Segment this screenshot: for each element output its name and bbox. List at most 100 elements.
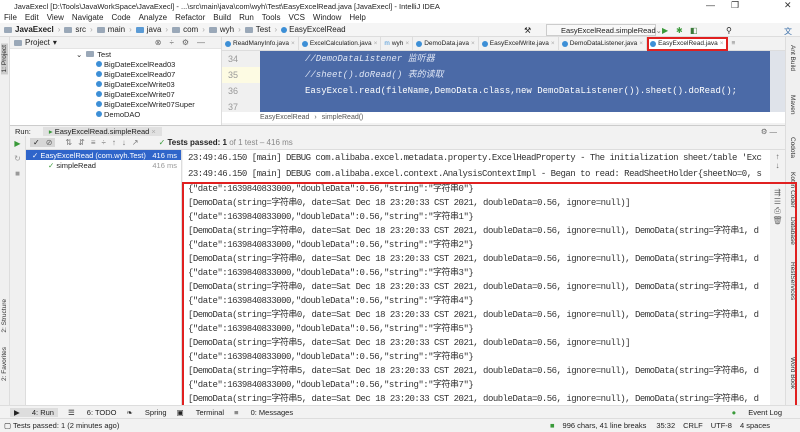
- project-icon: [14, 39, 22, 46]
- scroll-to-end-icon[interactable]: ☰: [770, 197, 785, 206]
- crumb-test[interactable]: Test ›: [244, 25, 277, 34]
- tool-structure[interactable]: 2: Structure: [1, 299, 8, 333]
- tree-file[interactable]: BigDateExcelWrite03: [10, 79, 221, 89]
- code-editor[interactable]: //DemoDataListener 监听器 //sheet().doRead(…: [260, 51, 770, 112]
- project-toolbar-icons[interactable]: ⊗÷⚙—: [155, 38, 213, 47]
- menu-refactor[interactable]: Refactor: [175, 13, 205, 22]
- soft-wrap-icon[interactable]: ⇶: [770, 188, 785, 197]
- scroll-up-icon[interactable]: ↑: [770, 152, 785, 161]
- clear-icon[interactable]: 🗑: [770, 216, 785, 225]
- minimize-button[interactable]: —: [706, 0, 715, 10]
- folder-icon: [64, 26, 73, 33]
- tab-easyexcelwrite[interactable]: EasyExcelWrite.java ×: [479, 36, 559, 51]
- menu-build[interactable]: Build: [213, 13, 231, 22]
- tab-terminal[interactable]: ▣ Terminal: [177, 408, 225, 417]
- tool-restservices[interactable]: RestServices: [789, 262, 796, 300]
- crumb-main[interactable]: main ›: [96, 25, 132, 34]
- class-icon: [281, 26, 288, 33]
- tool-project[interactable]: 1: Project: [1, 43, 8, 75]
- menu-tools[interactable]: Tools: [262, 13, 281, 22]
- run-tab[interactable]: ▸ EasyExcelRead.simpleRead ×: [42, 126, 162, 136]
- project-header: Project ▾ ⊗÷⚙—: [10, 37, 221, 49]
- maximize-button[interactable]: ❐: [731, 0, 739, 11]
- project-view-select[interactable]: Project: [25, 38, 50, 47]
- line-separator[interactable]: CRLF: [683, 421, 703, 430]
- class-icon: [561, 40, 568, 47]
- test-tree-root[interactable]: ✓ EasyExcelRead (com.wyh.Test) 416 ms: [26, 150, 181, 160]
- tab-run[interactable]: ▶ 4: Run: [10, 407, 58, 417]
- search-icon[interactable]: ⚲: [726, 26, 732, 35]
- menu-navigate[interactable]: Navigate: [72, 13, 104, 22]
- show-ignored-icon[interactable]: ⊘: [42, 138, 56, 147]
- tool-codota[interactable]: Codota: [789, 137, 796, 158]
- tab-demodatalistener[interactable]: DemoDataListener.java ×: [559, 36, 648, 51]
- menu-help[interactable]: Help: [349, 13, 365, 22]
- tool-database[interactable]: Database: [789, 217, 796, 245]
- crumb-project[interactable]: JavaExecl ›: [4, 25, 60, 34]
- right-tool-strip: Ant Build Maven Codota Kotlin Coder Data…: [785, 37, 800, 405]
- rerun-failed-icon[interactable]: ↻: [10, 154, 25, 163]
- debug-icon[interactable]: ✱: [676, 26, 683, 35]
- crumb-class[interactable]: EasyExcelRead: [281, 25, 346, 34]
- console-line: {"date":1639840833000,"doubleData":0.56,…: [188, 324, 474, 334]
- menu-code[interactable]: Code: [111, 13, 130, 22]
- stop-icon[interactable]: ■: [10, 169, 25, 178]
- run-icon[interactable]: ▶: [662, 26, 668, 35]
- tool-maven[interactable]: Maven: [789, 95, 796, 115]
- tab-wyh[interactable]: m wyh ×: [381, 36, 414, 51]
- scroll-down-icon[interactable]: ↓: [770, 161, 785, 170]
- menu-view[interactable]: View: [47, 13, 64, 22]
- coverage-icon[interactable]: ◧: [690, 26, 698, 35]
- print-icon[interactable]: ⎙: [770, 206, 785, 216]
- console-line: [DemoData(string=字符串0, date=Sat Dec 18 2…: [188, 282, 759, 292]
- tree-file[interactable]: BigDateExcelWrite07Super: [10, 99, 221, 109]
- tab-todo[interactable]: ☰ 6: TODO: [68, 408, 117, 417]
- rerun-icon[interactable]: ▶: [10, 139, 25, 148]
- tool-kotlin-coder[interactable]: Kotlin Coder: [789, 172, 796, 208]
- tab-overflow-icon[interactable]: ≡: [732, 40, 736, 47]
- menu-run[interactable]: Run: [239, 13, 254, 22]
- menu-analyze[interactable]: Analyze: [139, 13, 167, 22]
- tab-demodata[interactable]: DemoData.java ×: [413, 36, 479, 51]
- sort-icons[interactable]: ⇅⇵≡÷↑↓↗: [65, 138, 144, 147]
- crumb-java[interactable]: java ›: [135, 25, 168, 34]
- tree-file[interactable]: BigDateExcelRead03: [10, 59, 221, 69]
- crumb-src[interactable]: src ›: [64, 25, 93, 34]
- translate-icon[interactable]: 文: [784, 26, 792, 37]
- console-output[interactable]: 23:49:46.150 [main] DEBUG com.alibaba.ex…: [183, 150, 770, 406]
- run-settings-icon[interactable]: ⚙ —: [761, 127, 777, 136]
- tab-excelcalculation[interactable]: ExcelCalculation.java ×: [299, 36, 382, 51]
- menu-file[interactable]: File: [4, 13, 17, 22]
- tab-spring[interactable]: ❧ Spring: [127, 408, 167, 417]
- file-encoding[interactable]: UTF-8: [711, 421, 732, 430]
- show-passed-icon[interactable]: ✓: [30, 138, 43, 147]
- tab-messages[interactable]: ≡ 0: Messages: [234, 408, 293, 417]
- hammer-icon[interactable]: ⚒: [524, 26, 531, 35]
- tool-ant-build[interactable]: Ant Build: [789, 45, 796, 71]
- tree-file[interactable]: DemoDAO: [10, 109, 221, 119]
- test-tree-item[interactable]: ✓ simpleRead 416 ms: [26, 160, 181, 170]
- crumb-method[interactable]: simpleRead(): [322, 114, 364, 121]
- menu-edit[interactable]: Edit: [25, 13, 39, 22]
- tree-folder-test[interactable]: ⌄ Test: [10, 49, 221, 59]
- console-line: [DemoData(string=字符串0, date=Sat Dec 18 2…: [188, 310, 759, 320]
- editor-scrollbar[interactable]: [770, 51, 785, 112]
- tool-favorites[interactable]: 2: Favorites: [1, 347, 8, 381]
- crumb-com[interactable]: com ›: [172, 25, 205, 34]
- window-title: JavaExecl [D:\Tools\JavaWorkSpace\JavaEx…: [14, 1, 440, 11]
- tool-word-book[interactable]: Word Book: [789, 357, 796, 389]
- run-config-select[interactable]: EasyExcelRead.simpleRead ⌄: [546, 24, 662, 36]
- tree-file[interactable]: BigDateExcelRead07: [10, 69, 221, 79]
- tab-easyexcelread[interactable]: EasyExcelRead.java ×: [647, 36, 728, 51]
- event-log-button[interactable]: ● Event Log: [722, 408, 782, 417]
- class-icon: [225, 40, 231, 47]
- tree-file[interactable]: BigDateExcelWrite07: [10, 89, 221, 99]
- menu-vcs[interactable]: VCS: [288, 13, 304, 22]
- close-button[interactable]: ✕: [784, 0, 792, 11]
- crumb-class[interactable]: EasyExcelRead: [260, 114, 309, 121]
- cursor-position[interactable]: 35:32: [656, 421, 675, 430]
- indent-setting[interactable]: 4 spaces: [740, 421, 770, 430]
- crumb-wyh[interactable]: wyh ›: [208, 25, 241, 34]
- menu-window[interactable]: Window: [313, 13, 341, 22]
- tab-readmanyinfo[interactable]: ReadManyInfo.java ×: [222, 36, 299, 51]
